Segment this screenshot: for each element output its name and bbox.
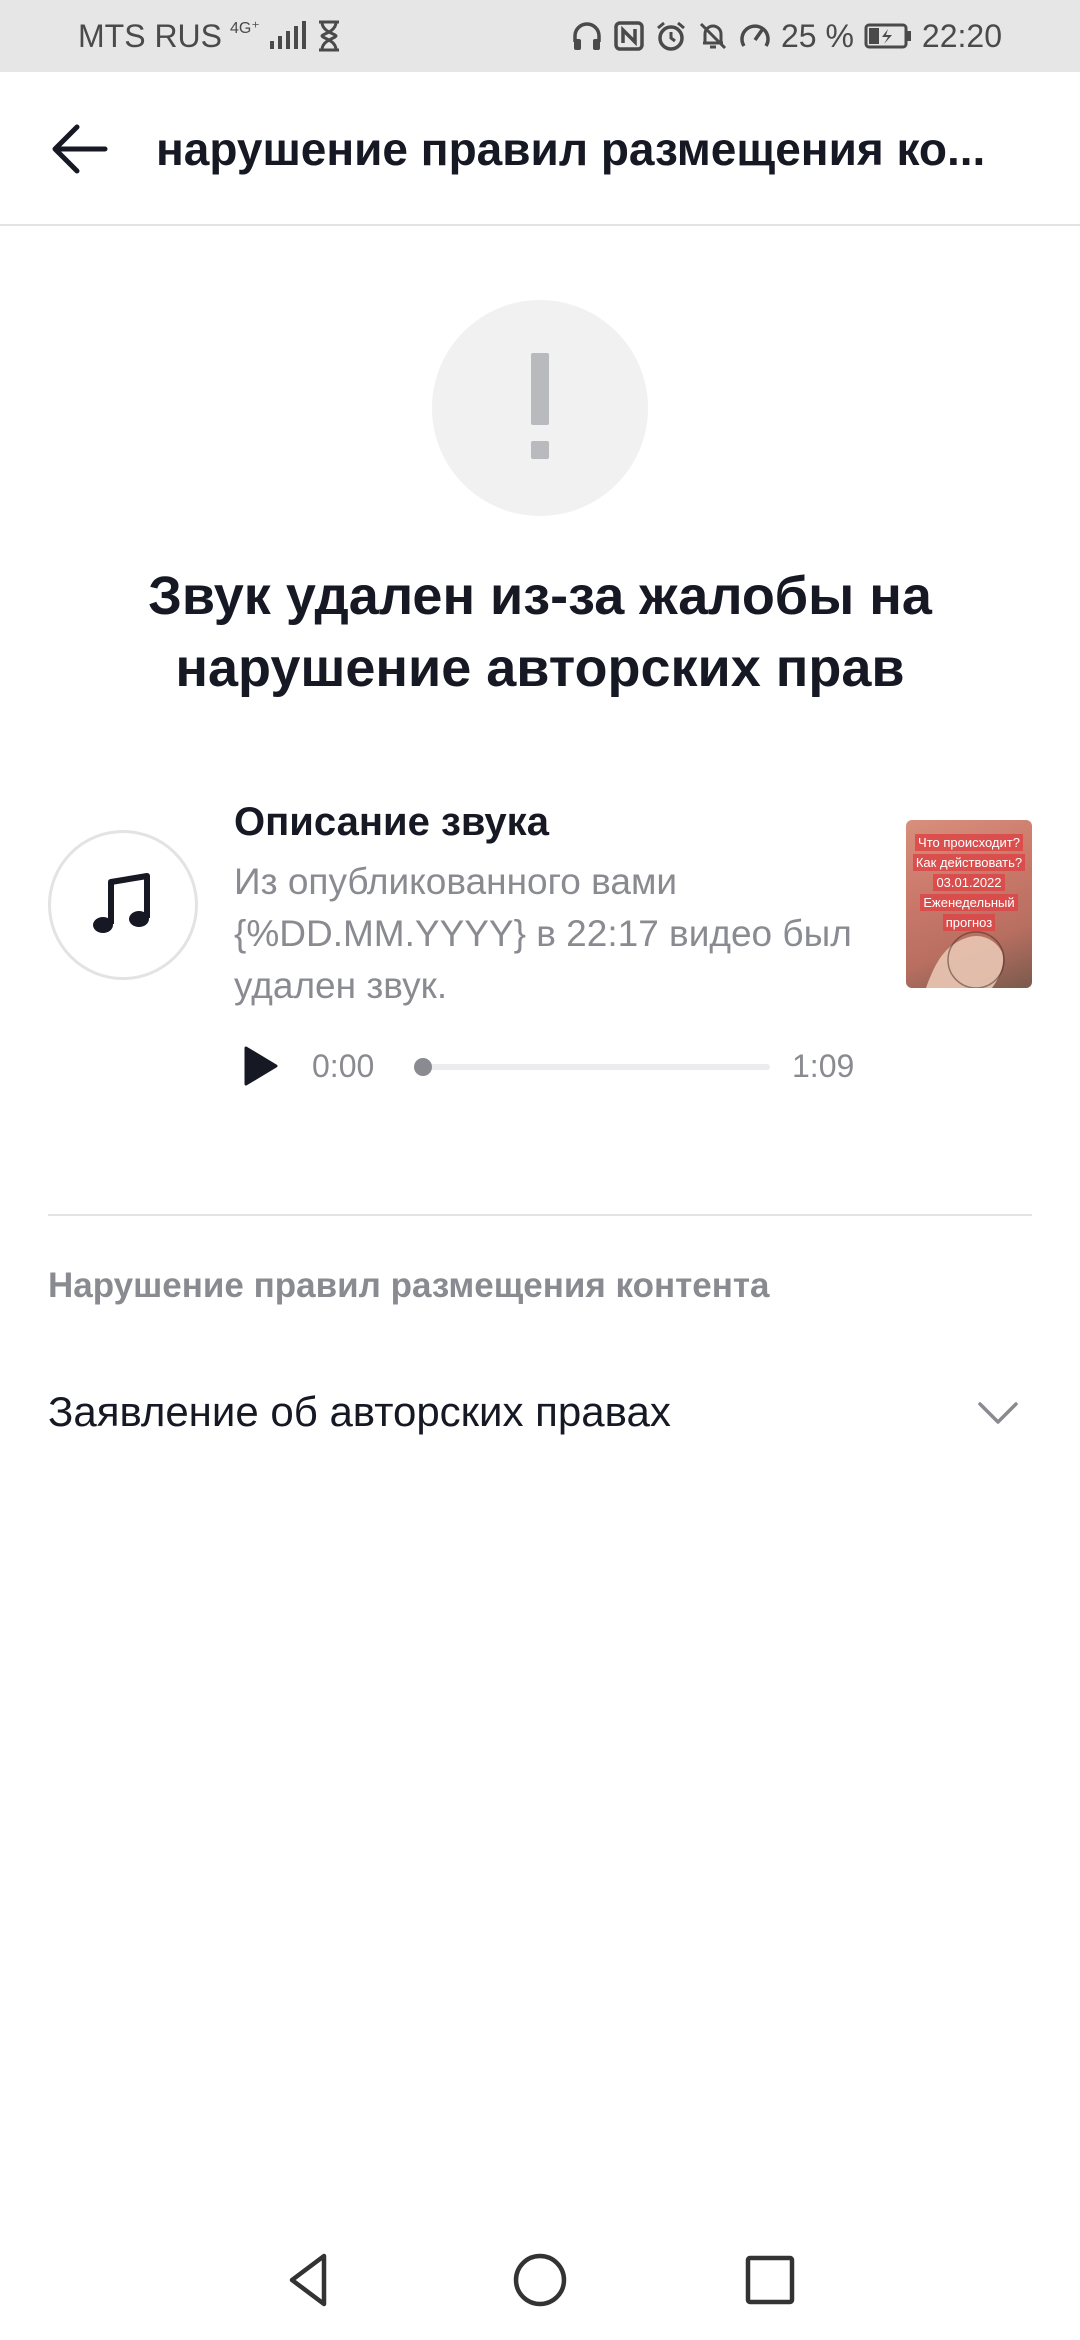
mute-bell-icon: [699, 22, 727, 50]
speed-gauge-icon: [740, 24, 770, 47]
hourglass-icon: [318, 20, 339, 52]
exclamation-icon: [531, 353, 549, 459]
copyright-claim-row[interactable]: Заявление об авторских правах: [48, 1372, 1032, 1452]
sound-description: Из опубликованного вами {%DD.MM.YYYY} в …: [234, 861, 852, 1006]
signal-icon: [269, 21, 306, 49]
notice-title: Звук удален из-за жалобы на нарушение ав…: [148, 566, 932, 698]
battery-percent: 25 %: [780, 17, 854, 54]
nav-recents-icon[interactable]: [740, 2250, 800, 2310]
status-left: MTS RUS 4G⁺: [78, 0, 342, 72]
divider: [48, 1214, 1032, 1216]
headphones-icon: [573, 22, 601, 50]
back-arrow-icon: [52, 124, 108, 174]
audio-player: 0:00 1:09: [234, 1040, 874, 1092]
carrier-label: MTS RUS: [78, 17, 222, 54]
network-label: 4G⁺: [230, 20, 260, 37]
nav-back-icon[interactable]: [280, 2250, 340, 2310]
progress-knob[interactable]: [414, 1058, 432, 1076]
claim-label: Заявление об авторских правах: [48, 1388, 671, 1435]
back-button[interactable]: [40, 116, 120, 182]
nav-home-icon[interactable]: [510, 2250, 570, 2310]
hand-image: [926, 931, 1005, 988]
sound-avatar: [48, 830, 198, 980]
page-title: нарушение правил размещения ко...: [156, 123, 986, 175]
duration: 1:09: [792, 1048, 855, 1084]
status-bar: MTS RUS 4G⁺ 25 % 22:20: [0, 0, 1080, 72]
sound-title: Описание звука: [234, 800, 549, 844]
play-icon[interactable]: [238, 1044, 282, 1088]
nfc-icon: [614, 21, 644, 51]
progress-track[interactable]: [420, 1064, 770, 1070]
warning-badge: [432, 300, 648, 516]
header: нарушение правил размещения ко...: [0, 72, 1080, 226]
battery-icon: [864, 23, 911, 49]
clock: 22:20: [921, 17, 1002, 54]
violation-section-label: Нарушение правил размещения контента: [48, 1266, 770, 1305]
alarm-icon: [657, 21, 685, 51]
video-thumbnail[interactable]: Что происходит? Как действовать? 03.01.2…: [906, 820, 1032, 988]
current-time: 0:00: [312, 1048, 375, 1084]
music-note-icon: [93, 873, 150, 933]
chevron-down-icon: [978, 1402, 1018, 1424]
status-right: 25 % 22:20: [571, 0, 1002, 72]
